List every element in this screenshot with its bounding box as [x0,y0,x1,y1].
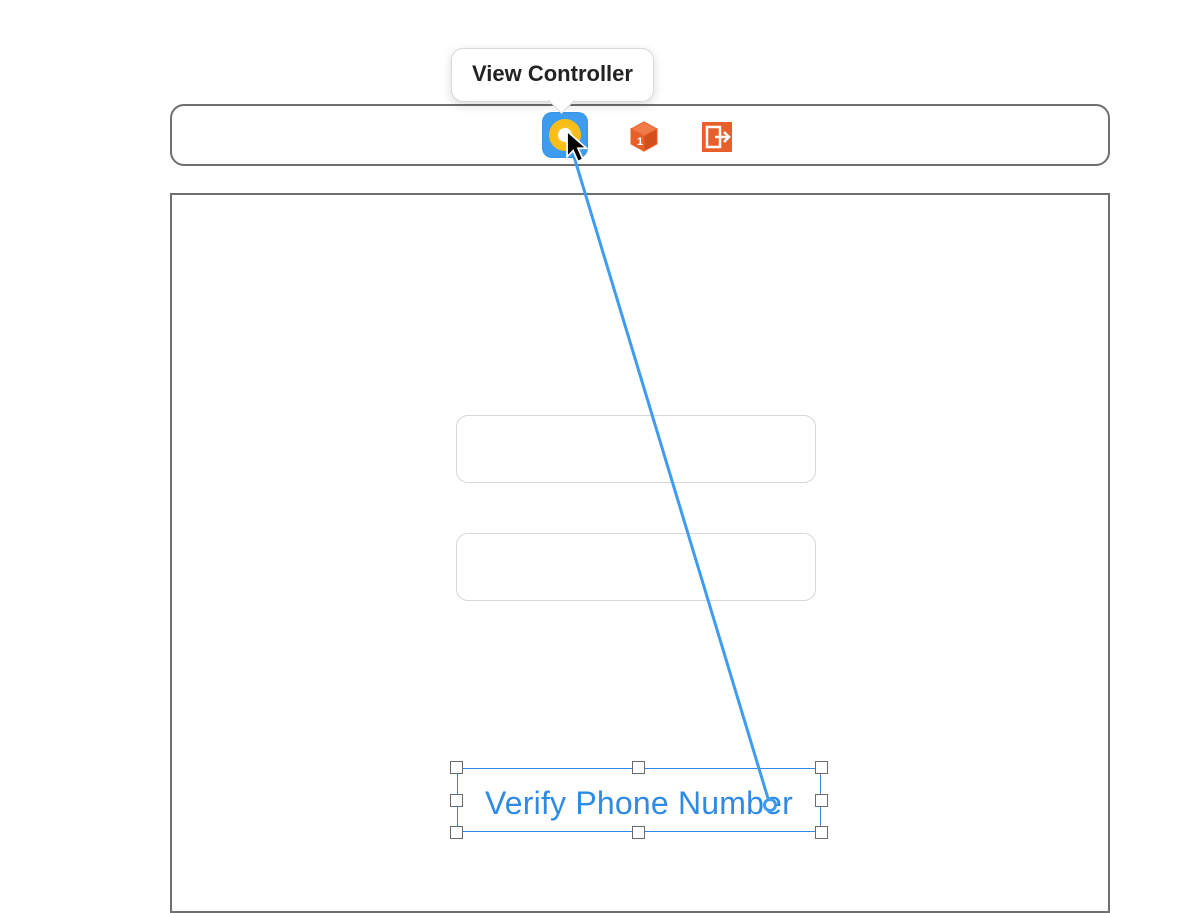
selected-button-label: Verify Phone Number [450,785,828,822]
text-field-1[interactable] [456,415,816,483]
view-controller-tooltip: View Controller [451,48,654,102]
tooltip-label: View Controller [472,61,633,86]
resize-handle-icon[interactable] [632,761,645,774]
scene-dock: 1 [170,104,1110,166]
text-field-2[interactable] [456,533,816,601]
resize-handle-icon[interactable] [815,794,828,807]
view-controller-icon[interactable] [542,112,588,158]
resize-handle-icon[interactable] [815,761,828,774]
svg-text:1: 1 [637,136,643,148]
resize-handle-icon[interactable] [450,761,463,774]
first-responder-icon[interactable]: 1 [627,120,661,154]
exit-icon[interactable] [700,120,734,154]
scene-canvas[interactable]: Verify Phone Number [170,193,1110,913]
resize-handle-icon[interactable] [450,826,463,839]
selected-button[interactable]: Verify Phone Number [450,761,828,839]
resize-handle-icon[interactable] [632,826,645,839]
resize-handle-icon[interactable] [815,826,828,839]
resize-handle-icon[interactable] [450,794,463,807]
